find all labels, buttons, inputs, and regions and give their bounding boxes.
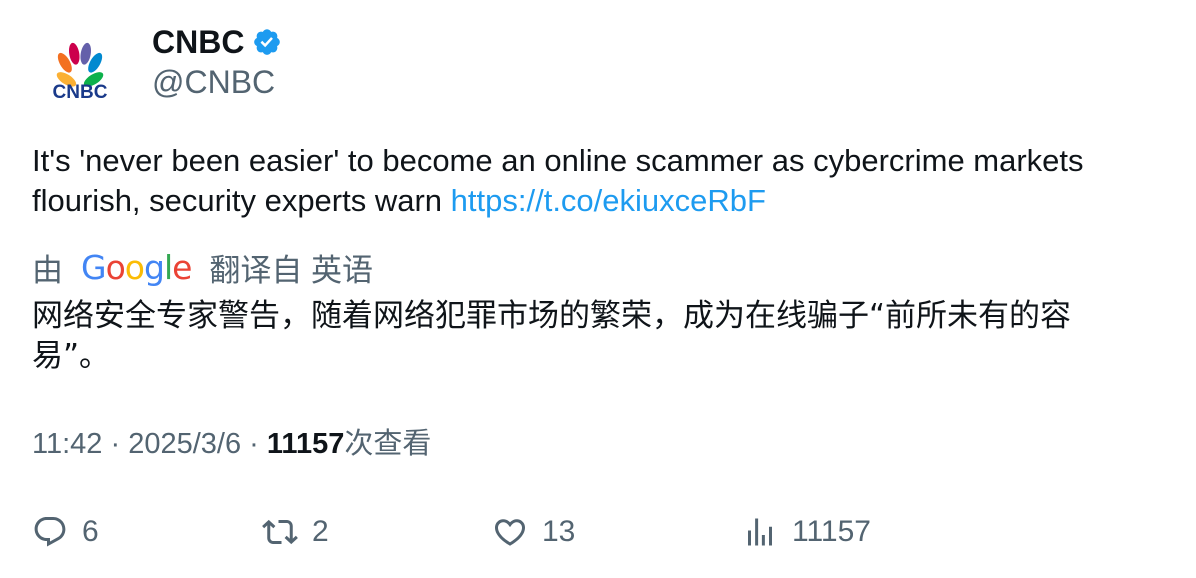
action-bar: 6 2 13 11157 [0, 510, 1196, 556]
tweet-time[interactable]: 11:42 [32, 428, 102, 460]
display-name[interactable]: CNBC [152, 22, 244, 62]
name-row: CNBC [152, 22, 282, 62]
verified-badge-icon[interactable] [252, 27, 282, 57]
meta-separator: · [110, 428, 121, 460]
tweet-link[interactable]: https://t.co/ekiuxceRbF [451, 183, 766, 218]
translated-text: 网络安全专家警告，随着网络犯罪市场的繁荣，成为在线骗子“前所未有的容易”。 [32, 298, 1072, 374]
tweet-header: CNBC CNBC @CNBC [34, 22, 282, 114]
reply-count: 6 [82, 515, 99, 548]
retweet-button[interactable]: 2 [262, 510, 329, 554]
tweet-text: It's 'never been easier' to become an on… [32, 141, 1152, 221]
tweet-date[interactable]: 2025/3/6 [128, 428, 241, 460]
reply-button[interactable]: 6 [32, 510, 99, 554]
author-names: CNBC @CNBC [152, 22, 282, 102]
cnbc-peacock-logo: CNBC [53, 42, 108, 99]
views-count: 11157 [266, 428, 345, 460]
translation-attribution: 由 Google 翻译自 英语 [32, 247, 374, 288]
views-action-count: 11157 [792, 515, 871, 548]
reply-icon [34, 517, 66, 547]
author-handle[interactable]: @CNBC [152, 62, 282, 102]
like-count: 13 [542, 515, 576, 548]
retweet-icon [262, 519, 298, 545]
retweet-count: 2 [312, 515, 329, 548]
tweet-meta: 11:42 · 2025/3/6 · 11157次查看 [32, 424, 431, 464]
analytics-icon [748, 518, 772, 546]
heart-icon [494, 519, 526, 546]
avatar-label: CNBC [53, 82, 108, 99]
views-label: 次查看 [344, 428, 432, 460]
views-button[interactable]: 11157 [742, 510, 871, 554]
avatar[interactable]: CNBC [34, 22, 126, 114]
translation-suffix: 翻译自 英语 [209, 252, 374, 288]
like-button[interactable]: 13 [492, 510, 575, 554]
translation-prefix: 由 [32, 252, 63, 288]
meta-separator: · [249, 428, 259, 460]
google-logo[interactable]: Google [81, 248, 192, 287]
